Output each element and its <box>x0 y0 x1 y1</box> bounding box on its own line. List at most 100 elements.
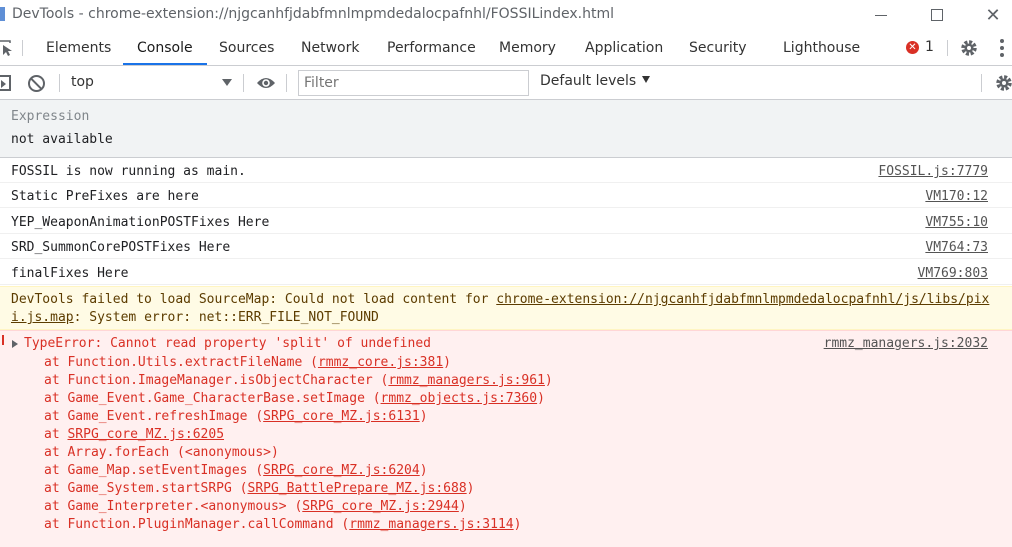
console-log-row: Static PreFixes are here VM170:12 <box>0 183 1012 208</box>
stack-frame-end: ) <box>466 481 475 496</box>
javascript-context-select[interactable]: top <box>62 71 240 95</box>
warning-prefix: DevTools failed to load SourceMap: Could… <box>11 292 497 307</box>
tab-memory[interactable]: Memory <box>499 30 556 66</box>
filter-input[interactable] <box>298 70 529 96</box>
stack-frame-link[interactable]: SRPG_core_MZ.js:6131 <box>263 409 420 424</box>
error-icon: ✕ <box>906 40 919 54</box>
tab-lighthouse[interactable]: Lighthouse <box>783 30 860 66</box>
minimize-icon <box>875 14 887 16</box>
stack-frame-end: ) <box>458 499 467 514</box>
stack-frame-text: at Function.ImageManager.isObjectCharact… <box>44 373 389 388</box>
stack-frame-text: at Game_Interpreter.<anonymous> ( <box>44 499 303 514</box>
log-message: Static PreFixes are here <box>11 189 199 204</box>
error-count: 1 <box>925 39 934 55</box>
stack-frame-text: at Game_Event.Game_CharacterBase.setImag… <box>44 391 381 406</box>
console-log-row: FOSSIL is now running as main. FOSSIL.js… <box>0 158 1012 183</box>
dropdown-arrow-icon <box>642 76 651 83</box>
tab-application[interactable]: Application <box>585 30 663 66</box>
divider <box>286 74 287 92</box>
maximize-icon <box>931 9 943 21</box>
close-button[interactable]: ✕ <box>970 0 1012 30</box>
stack-frame: at Game_Event.refreshImage (SRPG_core_MZ… <box>44 408 553 426</box>
log-levels-label: Default levels <box>540 73 637 89</box>
clear-console-icon[interactable] <box>28 75 45 92</box>
error-source-link[interactable]: rmmz_managers.js:2032 <box>824 336 988 351</box>
stack-frame-link[interactable]: SRPG_core_MZ.js:6205 <box>67 427 224 442</box>
stack-frame: at SRPG_core_MZ.js:6205 <box>44 426 553 444</box>
stack-frame-end: ) <box>443 355 451 370</box>
log-source-link[interactable]: FOSSIL.js:7779 <box>878 164 988 179</box>
close-icon: ✕ <box>985 4 1001 26</box>
log-message: SRD_SummonCorePOSTFixes Here <box>11 240 231 255</box>
minimize-button[interactable] <box>858 0 904 30</box>
stack-frame: at Function.ImageManager.isObjectCharact… <box>44 372 553 390</box>
divider <box>243 74 244 92</box>
console-warning-row: DevTools failed to load SourceMap: Could… <box>0 286 1012 330</box>
stack-trace: at Function.Utils.extractFileName (rmmz_… <box>44 354 553 534</box>
log-message: YEP_WeaponAnimationPOSTFixes Here <box>11 215 270 230</box>
error-message[interactable]: TypeError: Cannot read property 'split' … <box>24 336 431 351</box>
stack-frame: at Game_Event.Game_CharacterBase.setImag… <box>44 390 553 408</box>
stack-frame: at Game_Map.setEventImages (SRPG_core_MZ… <box>44 462 553 480</box>
warning-message: DevTools failed to load SourceMap: Could… <box>11 291 996 327</box>
tab-console[interactable]: Console <box>137 30 193 66</box>
tab-security[interactable]: Security <box>689 30 747 66</box>
log-source-link[interactable]: VM170:12 <box>925 189 988 204</box>
stack-frame-text: at Game_Event.refreshImage ( <box>44 409 264 424</box>
stack-frame-link[interactable]: SRPG_core_MZ.js:6204 <box>263 463 420 478</box>
stack-frame-text: at Game_Map.setEventImages ( <box>44 463 264 478</box>
log-source-link[interactable]: VM769:803 <box>918 266 988 281</box>
stack-frame-end: ) <box>419 463 428 478</box>
console-log-row: SRD_SummonCorePOSTFixes Here VM764:73 <box>0 234 1012 259</box>
expand-arrow-icon[interactable] <box>12 340 18 348</box>
stack-frame-text: at Array.forEach (<anonymous>) <box>44 445 279 460</box>
stack-frame-text: at Function.PluginManager.callCommand ( <box>44 517 350 532</box>
stack-frame-link[interactable]: rmmz_managers.js:961 <box>388 373 545 388</box>
expression-value: not available <box>11 132 113 147</box>
stack-frame-link[interactable]: SRPG_BattlePrepare_MZ.js:688 <box>248 481 467 496</box>
stack-frame-link[interactable]: rmmz_core.js:381 <box>318 355 443 370</box>
log-source-link[interactable]: VM755:10 <box>925 215 988 230</box>
divider <box>947 40 948 56</box>
stack-frame-text: at Game_System.startSRPG ( <box>44 481 248 496</box>
console-log-row: YEP_WeaponAnimationPOSTFixes Here VM755:… <box>0 209 1012 234</box>
console-error-row: TypeError: Cannot read property 'split' … <box>0 330 1012 547</box>
settings-gear-icon[interactable] <box>959 38 979 58</box>
tab-elements[interactable]: Elements <box>46 30 111 66</box>
show-sidebar-icon[interactable] <box>0 75 11 91</box>
log-source-link[interactable]: VM764:73 <box>925 240 988 255</box>
stack-frame: at Function.PluginManager.callCommand (r… <box>44 516 553 534</box>
stack-frame-text: at <box>44 427 68 442</box>
stack-frame: at Game_System.startSRPG (SRPG_BattlePre… <box>44 480 553 498</box>
tab-performance[interactable]: Performance <box>387 30 476 66</box>
stack-frame-link[interactable]: rmmz_managers.js:3114 <box>349 517 513 532</box>
more-options-icon[interactable] <box>1000 39 1004 57</box>
stack-frame-link[interactable]: rmmz_objects.js:7360 <box>381 391 538 406</box>
stack-frame-link[interactable]: SRPG_core_MZ.js:2944 <box>302 499 459 514</box>
expression-label: Expression <box>11 109 90 124</box>
stack-frame-end: ) <box>419 409 428 424</box>
divider <box>59 74 60 92</box>
console-settings-gear-icon[interactable] <box>994 73 1012 93</box>
live-expression-panel[interactable]: Expression not available <box>0 100 1012 158</box>
warning-suffix: : System error: net::ERR_FILE_NOT_FOUND <box>73 310 379 325</box>
tab-sources[interactable]: Sources <box>219 30 274 66</box>
error-count-badge[interactable]: ✕ 1 <box>906 39 934 55</box>
stack-frame: at Array.forEach (<anonymous>) <box>44 444 553 462</box>
stack-frame-text: at Function.Utils.extractFileName ( <box>44 355 318 370</box>
stack-frame: at Function.Utils.extractFileName (rmmz_… <box>44 354 553 372</box>
live-expression-eye-icon[interactable] <box>256 75 276 91</box>
divider <box>22 40 23 56</box>
log-message: finalFixes Here <box>11 266 129 281</box>
console-log-row: finalFixes Here VM769:803 <box>0 260 1012 285</box>
tab-network[interactable]: Network <box>301 30 359 66</box>
stack-frame-end: ) <box>544 373 553 388</box>
stack-frame-end: ) <box>537 391 545 406</box>
inspect-element-icon[interactable] <box>0 39 14 57</box>
log-levels-dropdown[interactable]: Default levels <box>540 73 651 89</box>
dropdown-arrow-icon <box>222 79 232 86</box>
stack-frame-end: ) <box>513 517 522 532</box>
maximize-button[interactable] <box>914 0 960 30</box>
window-title: DevTools - chrome-extension://njgcanhfjd… <box>12 6 615 22</box>
devtools-tab-bar: Elements Console Sources Network Perform… <box>0 30 1012 66</box>
